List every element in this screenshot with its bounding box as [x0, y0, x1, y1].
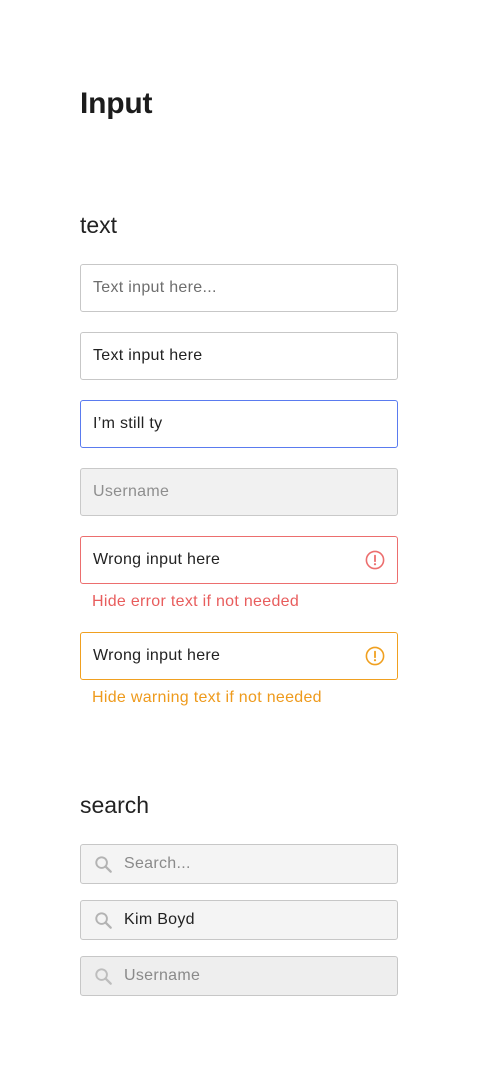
search-input-disabled [80, 956, 398, 996]
text-input-warning-field[interactable] [93, 647, 357, 665]
warning-helper-text: Hide warning text if not needed [92, 689, 322, 706]
text-input-default-field[interactable] [93, 279, 385, 297]
text-input-disabled-field [93, 483, 385, 501]
search-input-filled[interactable] [80, 900, 398, 940]
text-input-error-field[interactable] [93, 551, 357, 569]
search-icon [95, 911, 112, 929]
section-title-text: text [80, 212, 118, 238]
error-helper-text: Hide error text if not needed [92, 593, 300, 610]
text-input-filled-field[interactable] [93, 347, 385, 365]
text-input-error[interactable] [80, 536, 398, 584]
section-title-search: search [80, 792, 150, 818]
text-input-filled[interactable] [80, 332, 398, 380]
text-input-warning[interactable] [80, 632, 398, 680]
page-title: Input [80, 87, 153, 120]
search-icon [95, 967, 112, 985]
alert-circle-icon [365, 646, 385, 666]
search-input-disabled-field [124, 967, 385, 985]
text-input-focused[interactable] [80, 400, 398, 448]
search-input-default[interactable] [80, 844, 398, 884]
text-input-disabled [80, 468, 398, 516]
alert-circle-icon [365, 550, 385, 570]
text-input-default[interactable] [80, 264, 398, 312]
search-icon [95, 855, 112, 873]
text-input-focused-field[interactable] [93, 415, 385, 433]
search-input-default-field[interactable] [124, 855, 385, 873]
search-input-filled-field[interactable] [124, 911, 385, 929]
